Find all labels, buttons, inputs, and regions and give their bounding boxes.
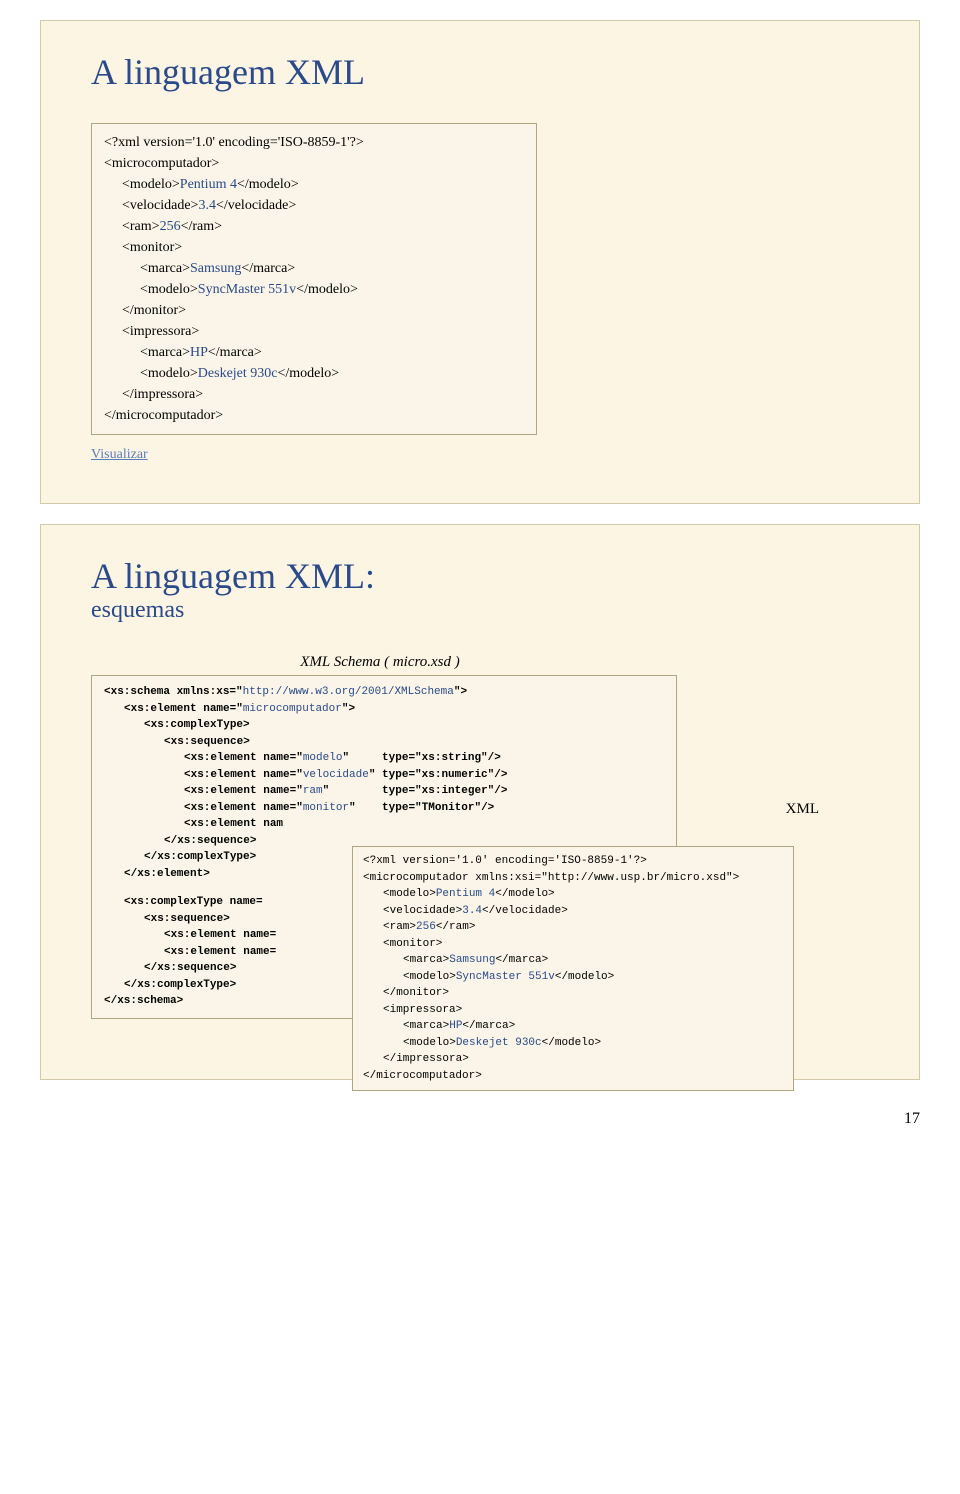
xml-line: <marca>Samsung</marca> [104,258,524,279]
code-line: <xs:element name="monitor" type="TMonito… [104,800,664,817]
page-number: 17 [0,1100,960,1148]
xml-line: <marca>HP</marca> [104,342,524,363]
xml-line: <ram>256</ram> [104,216,524,237]
slide-2: A linguagem XML: esquemas XML Schema ( m… [40,524,920,1080]
code-line: <xs:element name="ram" type="xs:integer"… [104,783,664,800]
ov-line: <microcomputador xmlns:xsi="http://www.u… [363,870,783,887]
ov-line: </impressora> [363,1051,783,1068]
slide-title: A linguagem XML [91,51,869,93]
xml-line: <?xml version='1.0' encoding='ISO-8859-1… [104,132,524,153]
xml-line: </microcomputador> [104,405,524,426]
xml-line: <impressora> [104,321,524,342]
xml-line: <velocidade>3.4</velocidade> [104,195,524,216]
xml-line: <microcomputador> [104,153,524,174]
ov-line: </monitor> [363,985,783,1002]
ov-line: <marca>HP</marca> [363,1018,783,1035]
code-line: <xs:element name="modelo" type="xs:strin… [104,750,664,767]
xml-line: <modelo>Deskejet 930c</modelo> [104,363,524,384]
ov-line: <ram>256</ram> [363,919,783,936]
code-line: <xs:complexType> [104,717,664,734]
slide-subtitle: esquemas [91,597,869,624]
schema-title: XML Schema ( micro.xsd ) [91,654,869,671]
xml-line: <modelo>Pentium 4</modelo> [104,174,524,195]
ov-line: <modelo>Pentium 4</modelo> [363,886,783,903]
xml-line: </monitor> [104,300,524,321]
xml-label: XML [786,801,819,818]
code-line: <xs:element nam [104,816,664,833]
ov-line: <velocidade>3.4</velocidade> [363,903,783,920]
code-line: <xs:schema xmlns:xs="http://www.w3.org/2… [104,684,664,701]
code-line: <xs:element name="microcomputador"> [104,701,664,718]
schema-code-box: <xs:schema xmlns:xs="http://www.w3.org/2… [91,675,677,1019]
xml-line: <modelo>SyncMaster 551v</modelo> [104,279,524,300]
visualizar-link[interactable]: Visualizar [91,447,869,463]
ov-line: <modelo>SyncMaster 551v</modelo> [363,969,783,986]
ov-line: </microcomputador> [363,1068,783,1085]
ov-line: <modelo>Deskejet 930c</modelo> [363,1035,783,1052]
slide-title: A linguagem XML: [91,555,869,597]
xml-overlay-box: <?xml version='1.0' encoding='ISO-8859-1… [352,846,794,1091]
schema-wrapper: XML Schema ( micro.xsd ) <xs:schema xmln… [91,654,869,1019]
slide-1: A linguagem XML <?xml version='1.0' enco… [40,20,920,504]
code-line: <xs:element name="velocidade" type="xs:n… [104,767,664,784]
ov-line: <impressora> [363,1002,783,1019]
ov-line: <?xml version='1.0' encoding='ISO-8859-1… [363,853,783,870]
ov-line: <monitor> [363,936,783,953]
xml-code-box: <?xml version='1.0' encoding='ISO-8859-1… [91,123,537,435]
xml-line: <monitor> [104,237,524,258]
code-line: <xs:sequence> [104,734,664,751]
ov-line: <marca>Samsung</marca> [363,952,783,969]
xml-line: </impressora> [104,384,524,405]
